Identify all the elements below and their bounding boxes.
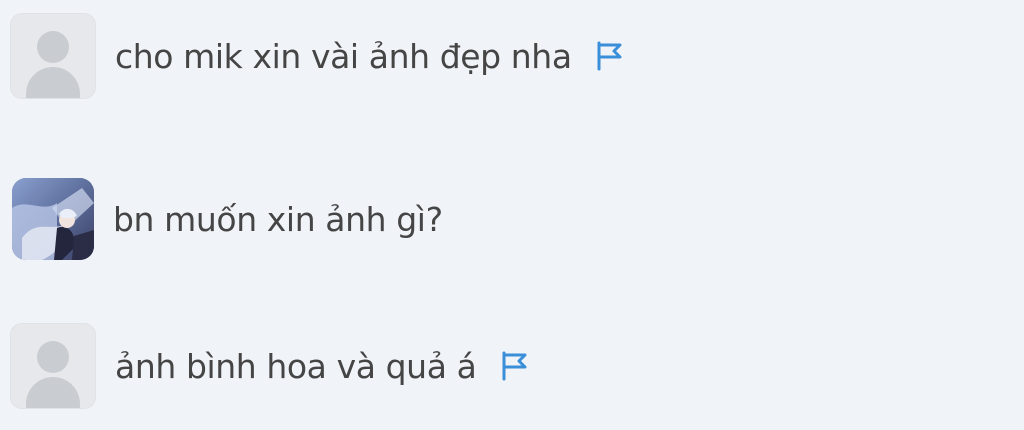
comment-item: cho mik xin vài ảnh đẹp nha xyxy=(10,13,624,99)
user-silhouette-icon xyxy=(37,341,69,373)
user-silhouette-body xyxy=(26,67,80,98)
user-avatar-default[interactable] xyxy=(10,13,96,99)
user-avatar-photo[interactable] xyxy=(12,178,94,260)
comment-text: ảnh bình hoa và quả á xyxy=(115,346,477,386)
flag-icon[interactable] xyxy=(499,350,529,382)
comment-item: bn muốn xin ảnh gì? xyxy=(10,176,443,262)
comment-text: cho mik xin vài ảnh đẹp nha xyxy=(115,36,572,76)
comment-text: bn muốn xin ảnh gì? xyxy=(113,199,443,239)
user-silhouette-icon xyxy=(37,31,69,63)
user-silhouette-body xyxy=(26,377,80,408)
user-avatar-default[interactable] xyxy=(10,323,96,409)
comment-thread: cho mik xin vài ảnh đẹp nha bn muốn xin … xyxy=(0,0,1024,430)
comment-item: ảnh bình hoa và quả á xyxy=(10,323,529,409)
flag-icon[interactable] xyxy=(594,40,624,72)
